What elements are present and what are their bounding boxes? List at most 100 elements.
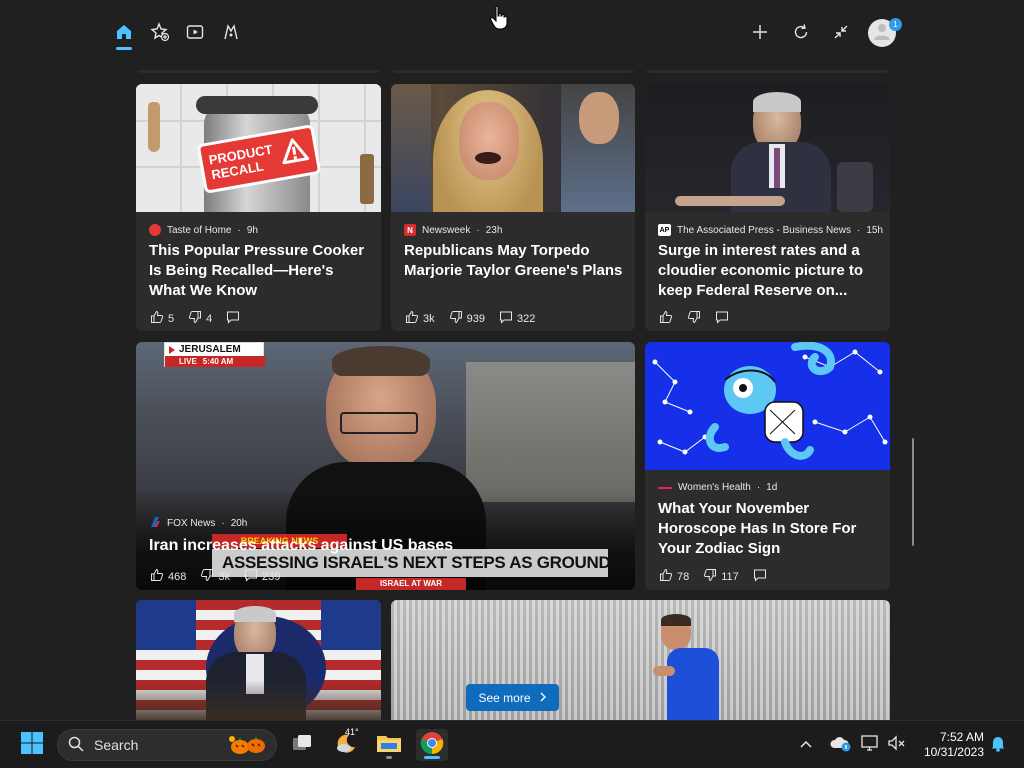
source-logo-icon: [149, 224, 161, 236]
following-tab[interactable]: [144, 18, 176, 50]
dislike-button[interactable]: 3k: [200, 568, 230, 585]
news-card[interactable]: Women's Health · 1d What Your November H…: [645, 342, 890, 590]
comment-icon: [226, 310, 240, 327]
refresh-icon: [791, 22, 811, 47]
thumbs-up-icon: [150, 310, 164, 327]
scrollbar-thumb[interactable]: [912, 438, 914, 546]
see-more-button[interactable]: See more: [466, 684, 559, 711]
video-tab[interactable]: [179, 18, 211, 50]
card-source: AP The Associated Press - Business News …: [658, 224, 883, 236]
card-source: Taste of Home · 9h: [149, 224, 258, 236]
news-card[interactable]: N Newsweek · 23h Republicans May Torpedo…: [391, 84, 635, 331]
mouse-cursor-icon: [490, 5, 508, 36]
like-button[interactable]: 3k: [405, 310, 435, 327]
recall-label: PRODUCT RECALL: [207, 141, 274, 183]
card-headline[interactable]: Iran increases attacks against US bases: [149, 536, 623, 556]
live-label: LIVE: [179, 357, 197, 366]
clock-time: 7:52 AM: [939, 730, 984, 744]
comment-icon: [499, 310, 513, 327]
news-card-large[interactable]: JERUSALEM LIVE 5:40 AM BREAKING NEWS ASS…: [136, 342, 635, 590]
home-tab[interactable]: [108, 18, 140, 50]
source-name: The Associated Press - Business News: [677, 224, 851, 236]
cloud-info-icon: [829, 734, 851, 757]
taskbar-clock[interactable]: 7:52 AM 10/31/2023: [912, 730, 984, 760]
thumbs-down-icon: [200, 568, 214, 585]
card-reactions: 468 3k 239: [150, 568, 280, 585]
thumbs-up-icon: [659, 310, 673, 327]
like-count: 78: [677, 570, 690, 583]
thumbs-down-icon: [188, 310, 202, 327]
widgets-button[interactable]: 41°: [331, 727, 363, 761]
comment-button[interactable]: 322: [499, 310, 535, 327]
news-card[interactable]: AP The Associated Press - Business News …: [645, 84, 890, 331]
dislike-button[interactable]: 4: [188, 310, 212, 327]
comment-button[interactable]: 239: [244, 568, 280, 585]
card-image: [136, 600, 381, 720]
like-button[interactable]: [659, 310, 673, 327]
notifications-button[interactable]: [982, 729, 1014, 761]
dislike-button[interactable]: 117: [703, 568, 739, 585]
like-button[interactable]: 78: [659, 568, 689, 585]
card-headline[interactable]: This Popular Pressure Cooker Is Being Re…: [149, 241, 369, 301]
play-tab[interactable]: [215, 18, 247, 50]
dislike-button[interactable]: 939: [449, 310, 485, 327]
news-card[interactable]: PRODUCT RECALL Taste of Home · 9h This P…: [136, 84, 381, 331]
source-logo-icon: [658, 486, 672, 489]
card-source: Women's Health · 1d: [658, 482, 777, 493]
dislike-count: 4: [206, 312, 213, 325]
task-view-icon: [290, 731, 314, 760]
comment-button[interactable]: [226, 310, 240, 327]
collapse-button[interactable]: [825, 18, 857, 50]
like-count: 5: [168, 312, 175, 325]
search-placeholder: Search: [94, 737, 139, 753]
volume-muted-icon: [886, 734, 906, 757]
dislike-count: 939: [466, 312, 485, 325]
card-reactions: 78 117: [659, 568, 767, 585]
collapse-icon: [831, 22, 851, 47]
card-headline[interactable]: Republicans May Torpedo Marjorie Taylor …: [404, 241, 623, 281]
windows-logo-icon: [20, 731, 44, 760]
volume-tray-button[interactable]: [880, 729, 912, 761]
notification-badge: 1: [889, 18, 902, 31]
comment-icon: [715, 310, 729, 327]
refresh-button[interactable]: [785, 18, 817, 50]
comment-button[interactable]: [753, 568, 767, 585]
task-view-button[interactable]: [286, 729, 318, 761]
card-reactions: 5 4: [150, 310, 240, 327]
start-button[interactable]: [16, 729, 48, 761]
thumbs-up-icon: [150, 568, 164, 585]
source-name: Newsweek: [422, 224, 471, 236]
thumbs-down-icon: [703, 568, 717, 585]
chevron-right-icon: [539, 691, 547, 705]
taskbar-search[interactable]: Search: [57, 729, 277, 761]
card-reactions: [659, 310, 729, 327]
add-widget-button[interactable]: [744, 18, 776, 50]
chrome-button[interactable]: [416, 729, 448, 761]
constellation-illustration: [652, 342, 888, 460]
clock-date: 10/31/2023: [923, 745, 984, 759]
star-add-icon: [150, 21, 170, 47]
onedrive-tray-button[interactable]: [824, 729, 856, 761]
like-button[interactable]: 468: [150, 568, 186, 585]
source-name: Taste of Home: [167, 224, 232, 236]
file-explorer-button[interactable]: [373, 729, 405, 761]
comment-button[interactable]: [715, 310, 729, 327]
card-headline[interactable]: What Your November Horoscope Has In Stor…: [658, 499, 878, 559]
like-count: 468: [168, 570, 187, 583]
fox-news-logo-icon: [149, 516, 161, 531]
news-card-partial[interactable]: [136, 600, 381, 720]
source-name: Women's Health: [678, 482, 751, 493]
card-headline[interactable]: Surge in interest rates and a cloudier e…: [658, 241, 878, 301]
thumbs-down-icon: [687, 310, 701, 327]
source-time: 9h: [246, 224, 258, 236]
thumbs-up-icon: [405, 310, 419, 327]
like-button[interactable]: 5: [150, 310, 174, 327]
dislike-button[interactable]: [687, 310, 701, 327]
comment-icon: [753, 568, 767, 585]
show-hidden-icons-button[interactable]: [790, 729, 822, 761]
source-time: 1d: [766, 482, 778, 493]
card-source: FOX News · 20h: [149, 516, 247, 531]
card-source: N Newsweek · 23h: [404, 224, 502, 236]
source-logo-icon: AP: [658, 224, 671, 236]
weather-temp: 41°: [345, 727, 359, 737]
